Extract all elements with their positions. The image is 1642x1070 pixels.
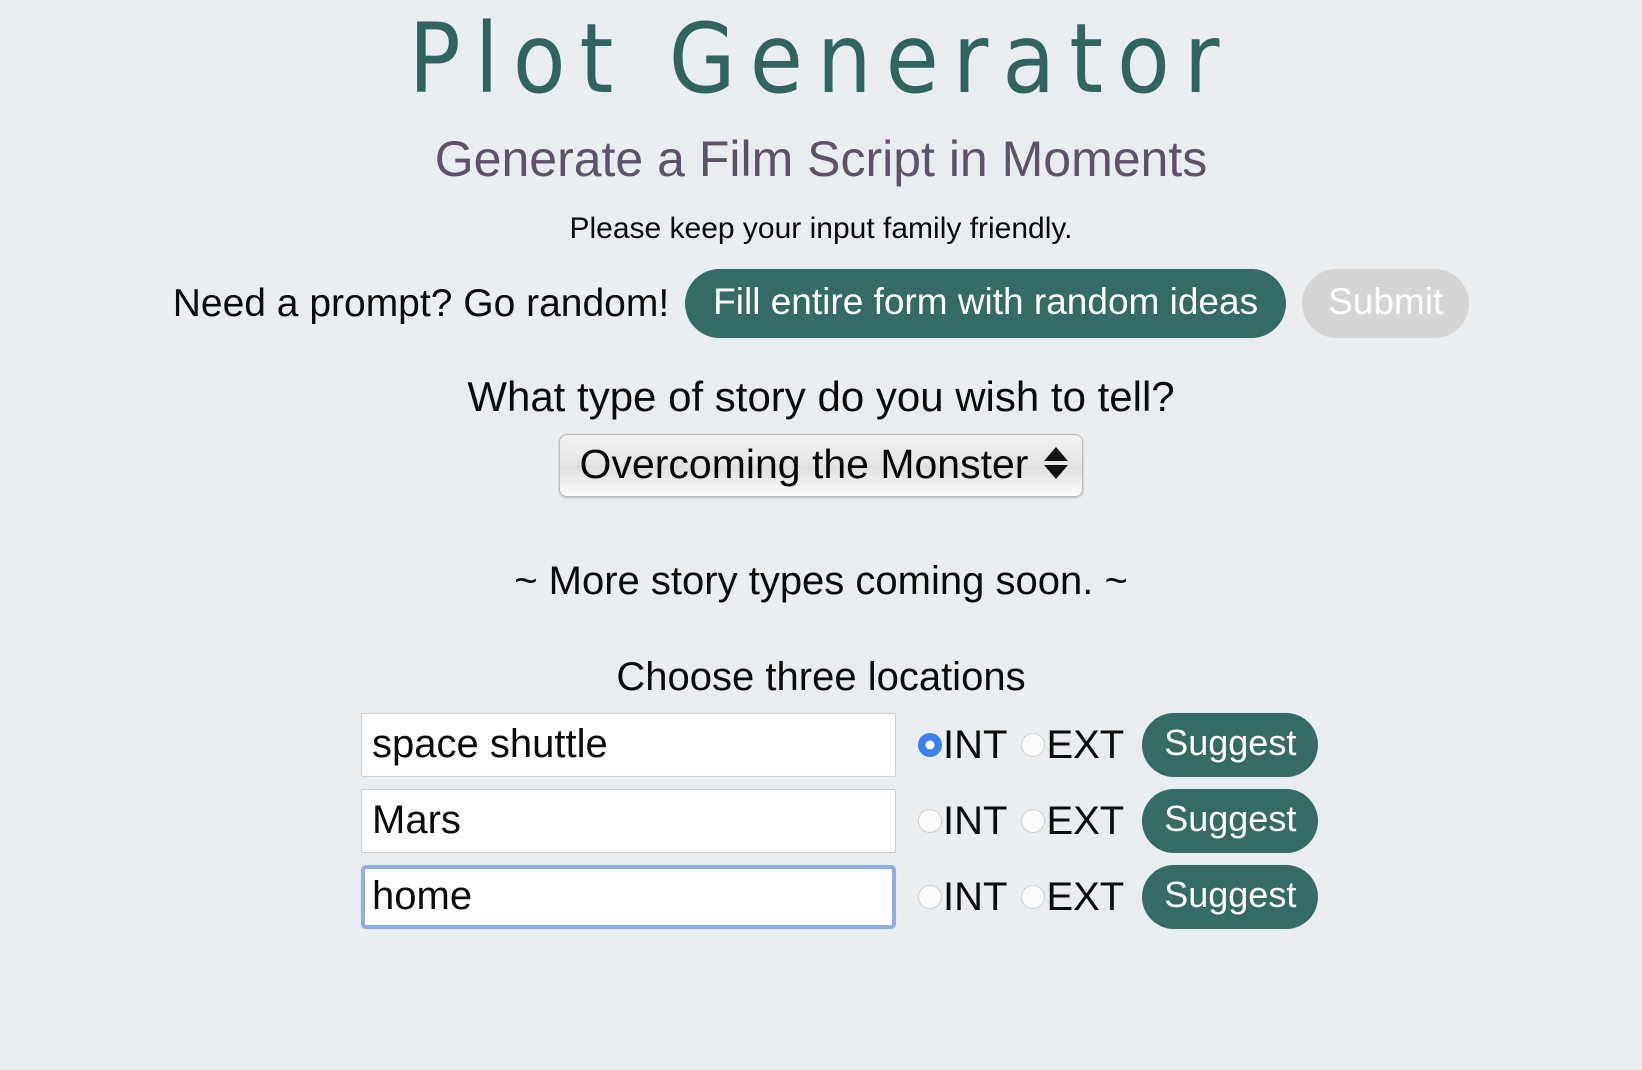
locations-heading: Choose three locations (616, 654, 1026, 699)
ext-label: EXT (1046, 722, 1125, 767)
chevron-down-icon (1044, 465, 1069, 480)
radio-dot-icon (1021, 884, 1046, 909)
location-ext-radio-2[interactable]: EXT (1021, 801, 1124, 841)
ext-label: EXT (1046, 874, 1125, 919)
story-type-question: What type of story do you wish to tell? (467, 372, 1175, 420)
plot-generator-page: Plot Generator Generate a Film Script in… (0, 0, 1642, 1070)
fill-random-button[interactable]: Fill entire form with random ideas (685, 268, 1287, 338)
location-ext-radio-1[interactable]: EXT (1021, 725, 1124, 765)
location-input-1[interactable] (361, 712, 896, 777)
ext-label: EXT (1046, 798, 1125, 843)
select-updown-arrows-icon (1044, 447, 1069, 480)
story-type-select[interactable]: Overcoming the Monster (558, 433, 1084, 497)
location-row: INT EXT Suggest (361, 788, 1319, 853)
radio-dot-icon (918, 732, 942, 757)
suggest-button-2[interactable]: Suggest (1142, 788, 1319, 853)
page-title: Plot Generator (408, 3, 1234, 115)
page-subtitle: Generate a Film Script in Moments (434, 130, 1208, 187)
radio-dot-icon (918, 808, 942, 833)
int-label: INT (943, 798, 1008, 843)
location-int-radio-2[interactable]: INT (918, 801, 1007, 841)
suggest-button-3[interactable]: Suggest (1142, 864, 1319, 929)
radio-dot-icon (1021, 732, 1046, 757)
location-int-radio-1[interactable]: INT (918, 725, 1007, 765)
int-label: INT (943, 874, 1008, 919)
suggest-button-1[interactable]: Suggest (1142, 712, 1319, 777)
location-input-3[interactable] (361, 864, 896, 929)
radio-dot-icon (1021, 808, 1046, 833)
story-type-select-wrap: Overcoming the Monster (0, 420, 1642, 497)
locations-list: INT EXT Suggest INT EXT (0, 699, 1642, 929)
story-type-selected-value: Overcoming the Monster (579, 440, 1029, 487)
random-prompt-row: Need a prompt? Go random! Fill entire fo… (0, 245, 1642, 338)
random-prompt-label: Need a prompt? Go random! (172, 281, 670, 325)
location-ext-radio-3[interactable]: EXT (1021, 877, 1124, 917)
location-radio-group-2: INT EXT (918, 801, 1124, 841)
family-friendly-notice: Please keep your input family friendly. (569, 211, 1073, 245)
location-int-radio-3[interactable]: INT (918, 877, 1007, 917)
submit-button[interactable]: Submit (1302, 268, 1470, 338)
location-input-2[interactable] (361, 788, 896, 853)
radio-dot-icon (918, 884, 942, 909)
coming-soon-note: ~ More story types coming soon. ~ (514, 558, 1128, 603)
location-radio-group-3: INT EXT (918, 877, 1124, 917)
location-radio-group-1: INT EXT (918, 725, 1124, 765)
location-row: INT EXT Suggest (361, 864, 1319, 929)
chevron-up-icon (1044, 447, 1069, 462)
location-row: INT EXT Suggest (361, 712, 1319, 777)
int-label: INT (943, 722, 1008, 767)
